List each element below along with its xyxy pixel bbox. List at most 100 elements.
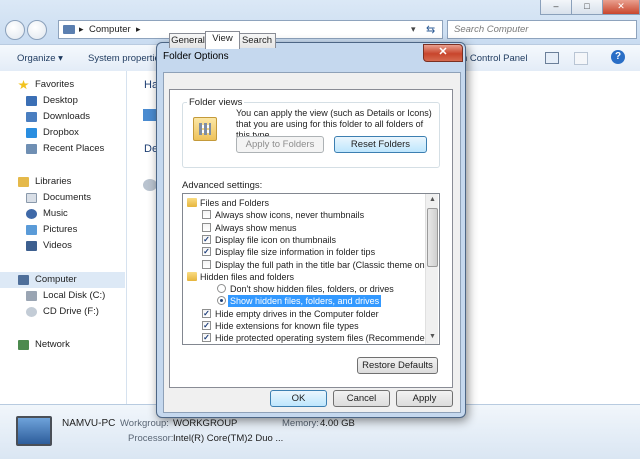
settings-checkbox-option[interactable]: Always show icons, never thumbnails <box>183 209 423 221</box>
scroll-thumb[interactable] <box>427 208 438 267</box>
help-icon[interactable]: ? <box>611 50 625 64</box>
refresh-icon[interactable]: ⇆ <box>426 23 435 36</box>
documents-icon <box>26 193 37 203</box>
tab-general[interactable]: General <box>169 33 207 48</box>
tab-view[interactable]: View <box>205 31 240 49</box>
settings-option-label: Files and Folders <box>200 198 270 208</box>
pictures-icon <box>26 225 37 235</box>
nav-item-music[interactable]: Music <box>0 206 125 222</box>
checkbox[interactable]: ✓ <box>202 247 211 257</box>
folder-icon <box>187 271 197 281</box>
nav-item-videos[interactable]: Videos <box>0 238 125 254</box>
explorer-titlebar: – □ ✕ ▸ Computer ▸ ▾ ⇆ Search Computer <box>0 0 640 44</box>
preview-pane-icon[interactable] <box>574 52 588 65</box>
radio-button[interactable] <box>217 296 226 306</box>
desktop-icon <box>26 96 37 106</box>
network-icon <box>18 340 29 350</box>
settings-checkbox-option[interactable]: ✓ Display file icon on thumbnails <box>183 234 423 246</box>
folder-views-label: Folder views <box>187 97 245 108</box>
folder-icon <box>187 198 197 207</box>
folder-views-icon <box>193 117 217 141</box>
pc-icon <box>16 416 52 446</box>
apply-button[interactable]: Apply <box>396 390 453 407</box>
advanced-settings-scrollbar[interactable]: ▲ ▼ <box>425 194 438 344</box>
settings-category: Files and Folders <box>183 197 423 209</box>
organize-button[interactable]: Organize ▾ <box>17 53 63 64</box>
nav-favorites[interactable]: Favorites <box>0 77 125 93</box>
hard-drive-icon <box>26 291 37 301</box>
settings-option-label: Display file size information in folder … <box>215 247 376 258</box>
advanced-settings-label: Advanced settings: <box>182 180 263 191</box>
workgroup-label: Workgroup: <box>120 418 169 429</box>
settings-option-label: Hidden files and folders <box>200 271 295 282</box>
apply-to-folders-button[interactable]: Apply to Folders <box>236 136 324 153</box>
settings-radio-option[interactable]: Show hidden files, folders, and drives <box>183 295 423 308</box>
memory-value: 4.00 GB <box>320 418 355 429</box>
dialog-close-button[interactable]: ✕ <box>423 44 463 62</box>
settings-checkbox-option[interactable]: Always show menus <box>183 222 423 234</box>
view-icon[interactable] <box>545 52 559 64</box>
videos-icon <box>26 241 37 251</box>
settings-checkbox-option[interactable]: ✓ Hide protected operating system files (… <box>183 332 433 344</box>
settings-checkbox-option[interactable]: ✓ Hide empty drives in the Computer folde… <box>183 308 423 320</box>
checkbox[interactable]: ✓ <box>202 308 211 318</box>
nav-item-local-disk[interactable]: Local Disk (C:) <box>0 288 125 304</box>
checkbox[interactable]: ✓ <box>202 234 211 244</box>
nav-network[interactable]: Network <box>0 337 125 353</box>
nav-item-dropbox[interactable]: Dropbox <box>0 125 125 141</box>
maximize-button[interactable]: □ <box>571 0 603 15</box>
memory-label: Memory: <box>282 418 319 429</box>
cd-icon[interactable] <box>143 179 157 191</box>
nav-libraries[interactable]: Libraries <box>0 174 125 190</box>
downloads-icon <box>26 112 37 122</box>
checkbox[interactable] <box>202 210 211 220</box>
tab-search[interactable]: Search <box>238 33 276 48</box>
processor-label: Processor: <box>128 433 174 444</box>
nav-item-cd-drive[interactable]: CD Drive (F:) <box>0 304 125 320</box>
nav-item-desktop[interactable]: Desktop <box>0 93 125 109</box>
checkbox[interactable]: ✓ <box>202 321 211 330</box>
settings-option-label: Always show menus <box>215 222 297 233</box>
workgroup-value: WORKGROUP <box>173 418 238 429</box>
recent-places-icon <box>26 144 37 154</box>
chevron-right-icon: ▸ <box>79 24 84 34</box>
cancel-button[interactable]: Cancel <box>333 390 390 407</box>
navigation-pane: Favorites Desktop Downloads Dropbox Rece… <box>0 71 127 404</box>
computer-name: NAMVU-PC <box>62 418 116 429</box>
explorer-close-button[interactable]: ✕ <box>602 0 640 15</box>
dropbox-icon <box>26 128 37 138</box>
system-properties-button[interactable]: System properties <box>88 53 165 64</box>
address-segment-computer[interactable]: Computer <box>89 24 131 35</box>
nav-computer[interactable]: Computer <box>0 272 125 288</box>
settings-option-label: Display the full path in the title bar (… <box>215 259 435 270</box>
forward-button[interactable] <box>27 20 47 40</box>
scroll-up-icon[interactable]: ▲ <box>429 196 436 203</box>
computer-icon <box>18 275 29 285</box>
checkbox[interactable] <box>202 222 211 232</box>
nav-item-pictures[interactable]: Pictures <box>0 222 125 238</box>
restore-defaults-button[interactable]: Restore Defaults <box>357 357 438 374</box>
advanced-settings-list[interactable]: Files and Folders Always show icons, neve… <box>182 193 440 345</box>
nav-item-downloads[interactable]: Downloads <box>0 109 125 125</box>
settings-checkbox-option[interactable]: ✓ Hide extensions for known file types <box>183 320 423 332</box>
radio-button[interactable] <box>217 284 226 294</box>
settings-option-label: Hide empty drives in the Computer folder <box>215 308 379 319</box>
dialog-title: Folder Options <box>163 51 229 62</box>
nav-item-documents[interactable]: Documents <box>0 190 125 206</box>
ok-button[interactable]: OK <box>270 390 327 407</box>
search-input[interactable]: Search Computer <box>447 20 637 39</box>
back-button[interactable] <box>5 20 25 40</box>
drive-icon[interactable] <box>143 109 157 121</box>
nav-item-recent-places[interactable]: Recent Places <box>0 141 125 157</box>
settings-checkbox-option[interactable]: Display the full path in the title bar (… <box>183 259 434 271</box>
minimize-button[interactable]: – <box>540 0 572 15</box>
settings-checkbox-option[interactable]: ✓ Display file size information in folder… <box>183 246 423 258</box>
settings-radio-option[interactable]: Don't show hidden files, folders, or dri… <box>183 283 423 295</box>
checkbox[interactable]: ✓ <box>202 333 211 343</box>
settings-option-label: Show hidden files, folders, and drives <box>228 295 382 308</box>
reset-folders-button[interactable]: Reset Folders <box>334 136 427 153</box>
scroll-down-icon[interactable]: ▼ <box>429 333 436 340</box>
chevron-right-icon[interactable]: ▸ <box>136 24 141 35</box>
checkbox[interactable] <box>202 259 211 269</box>
address-dropdown-icon[interactable]: ▾ <box>411 24 416 35</box>
